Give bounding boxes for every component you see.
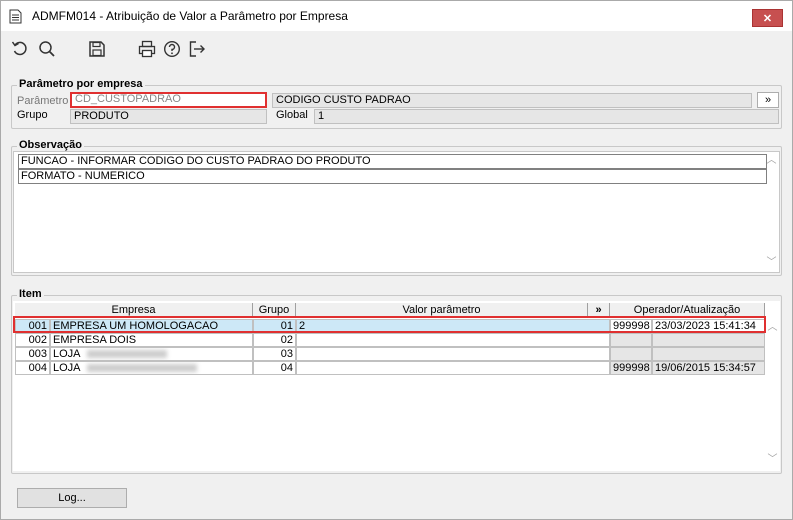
row-code: 002 [15,333,50,347]
row-empresa: LOJA [53,362,80,374]
row-grupo: 03 [253,347,296,361]
observacao-group-title: Observação [17,139,84,151]
row-grupo: 02 [253,333,296,347]
redacted-text [86,350,167,359]
parametro-group-title: Parâmetro por empresa [17,78,145,90]
main-window: ADMFM014 - Atribuição de Valor a Parâmet… [0,0,793,520]
undo-button[interactable] [10,39,30,59]
selected-row-highlight [13,316,766,333]
parametro-description-field: CODIGO CUSTO PADRAO [272,93,752,108]
parametro-label: Parâmetro [17,95,69,107]
undo-icon [11,41,27,56]
item-scrollbar[interactable]: ︿ ﹀ [765,301,780,471]
grupo-field: PRODUTO [70,109,267,124]
observacao-textarea[interactable]: FUNCAO - INFORMAR CODIGO DO CUSTO PADRAO… [13,151,780,273]
scroll-down-icon[interactable]: ﹀ [764,256,779,270]
window-title: ADMFM014 - Atribuição de Valor a Parâmet… [32,9,348,23]
help-icon [163,40,181,58]
title-bar: ADMFM014 - Atribuição de Valor a Parâmet… [1,1,792,31]
item-group-title: Item [17,288,44,300]
document-icon [9,9,22,24]
header-operador-atualizacao[interactable]: Operador/Atualização [610,303,765,317]
exit-icon [189,41,205,57]
observacao-line: FORMATO - NUMERICO [18,169,767,184]
header-empresa[interactable]: Empresa [15,303,253,317]
row-empresa: EMPRESA DOIS [50,333,253,347]
row-empresa-cell: LOJA [50,361,253,375]
save-button[interactable] [87,39,107,59]
close-icon: ✕ [762,12,773,25]
help-button[interactable] [162,39,182,59]
header-grupo[interactable]: Grupo [253,303,296,317]
scroll-up-icon[interactable]: ︿ [765,321,780,335]
print-button[interactable] [137,39,157,59]
close-button[interactable]: ✕ [752,9,783,27]
row-valor-input[interactable] [296,361,610,375]
row-grupo: 04 [253,361,296,375]
log-button[interactable]: Log... [17,488,127,508]
valor-lookup-button[interactable]: » [588,303,610,317]
exit-button[interactable] [187,39,207,59]
global-field: 1 [314,109,779,124]
observacao-scrollbar[interactable]: ︿ ﹀ [764,152,779,272]
print-icon [138,40,156,58]
row-code: 004 [15,361,50,375]
search-button[interactable] [37,39,57,59]
parametro-lookup-button[interactable]: » [757,92,779,108]
scroll-down-icon[interactable]: ﹀ [765,453,780,467]
redacted-text [86,364,197,373]
search-icon [39,41,55,57]
scroll-up-icon[interactable]: ︿ [764,154,779,168]
toolbar [1,31,792,69]
row-atualizacao [652,347,765,361]
row-operador: 999998 [610,361,652,375]
row-operador [610,347,652,361]
row-atualizacao [652,333,765,347]
row-valor-input[interactable] [296,347,610,361]
save-icon [89,41,105,57]
observacao-line: FUNCAO - INFORMAR CODIGO DO CUSTO PADRAO… [18,154,767,169]
row-valor-input[interactable] [296,333,610,347]
row-operador [610,333,652,347]
header-valor-parametro[interactable]: Valor parâmetro [296,303,588,317]
row-atualizacao: 19/06/2015 15:34:57 [652,361,765,375]
parametro-input[interactable]: CD_CUSTOPADRAO [70,92,267,108]
row-empresa-cell: LOJA [50,347,253,361]
row-code: 003 [15,347,50,361]
row-empresa: LOJA [53,348,80,360]
grupo-label: Grupo [17,109,48,121]
global-label: Global [276,109,308,121]
